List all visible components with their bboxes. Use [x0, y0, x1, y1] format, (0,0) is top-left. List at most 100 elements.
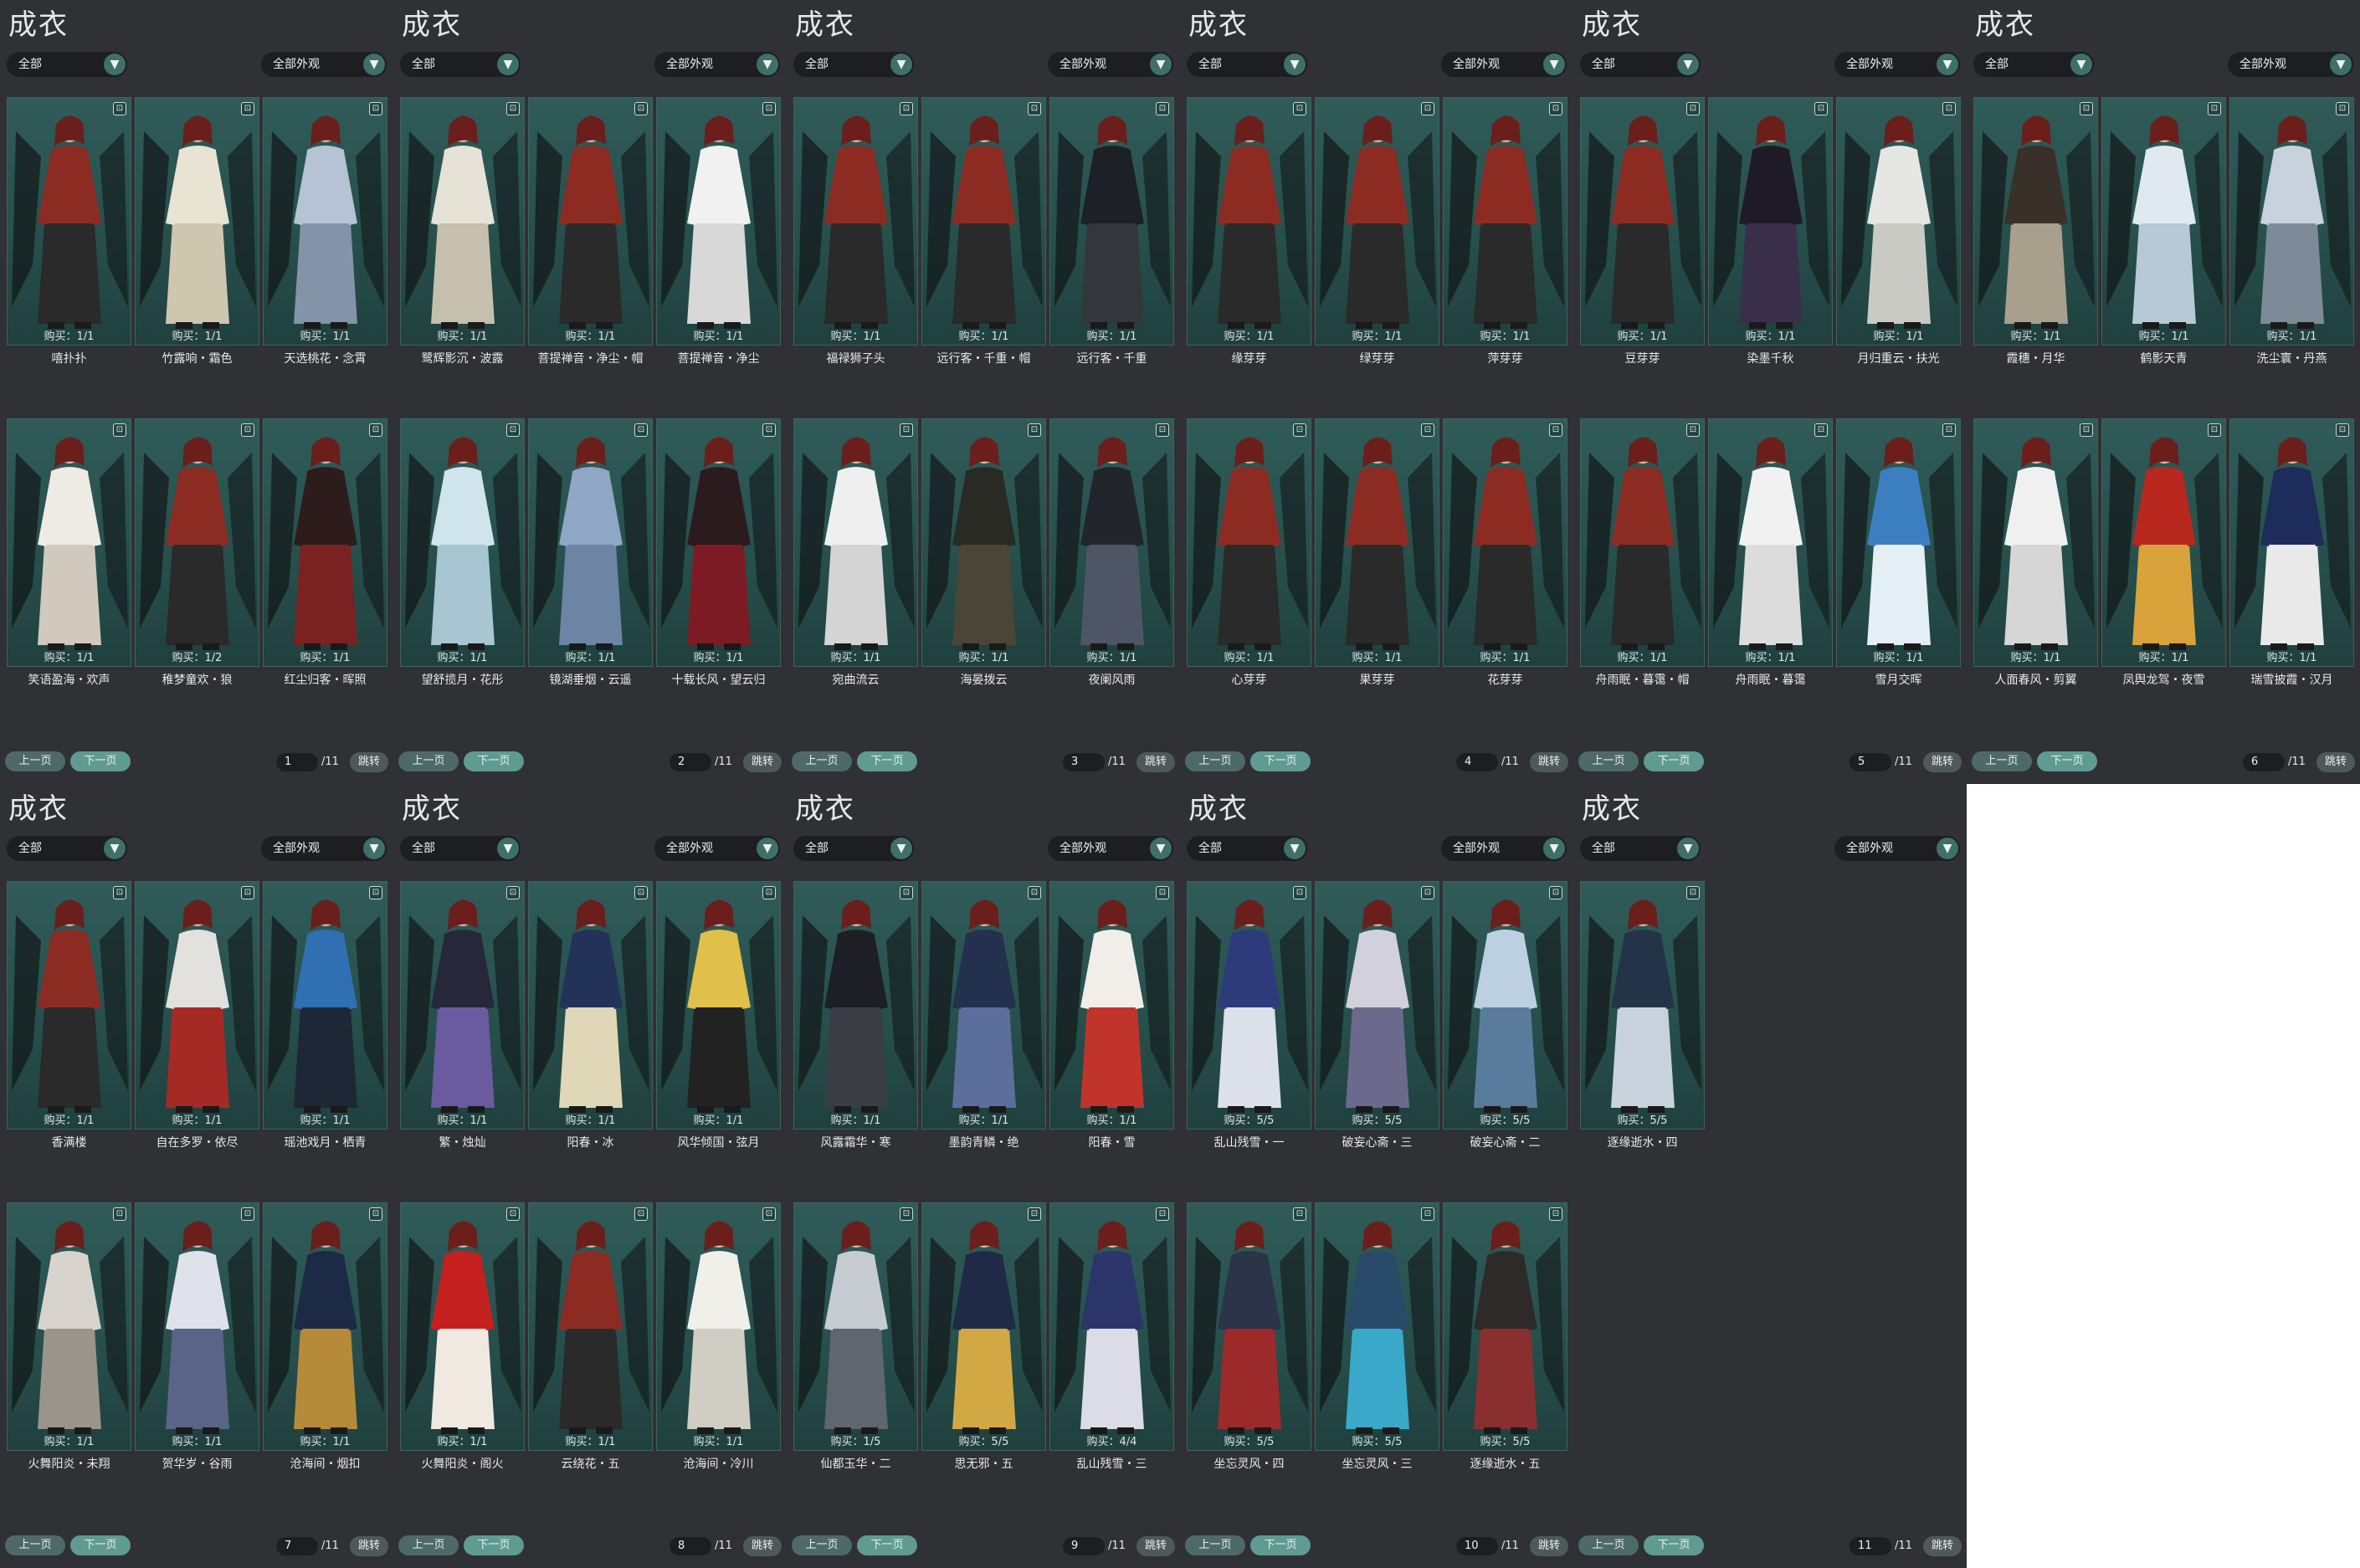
frame-icon[interactable]: ⊡ — [900, 886, 913, 899]
frame-icon[interactable]: ⊡ — [1549, 886, 1562, 899]
prev-page-button[interactable]: 上一页 — [1185, 1535, 1245, 1555]
chevron-down-icon[interactable]: ▼ — [890, 838, 912, 859]
frame-icon[interactable]: ⊡ — [1028, 1207, 1041, 1221]
outfit-card[interactable]: ⊡ 购买：1/1 — [793, 418, 918, 667]
frame-icon[interactable]: ⊡ — [506, 423, 520, 437]
appearance-select[interactable]: 全部外观 ▼ — [261, 836, 387, 861]
frame-icon[interactable]: ⊡ — [1549, 102, 1562, 115]
chevron-down-icon[interactable]: ▼ — [1543, 54, 1565, 75]
prev-page-button[interactable]: 上一页 — [1185, 751, 1245, 771]
frame-icon[interactable]: ⊡ — [1028, 423, 1041, 437]
prev-page-button[interactable]: 上一页 — [5, 1535, 65, 1555]
outfit-card[interactable]: ⊡ 购买：1/1 — [2229, 418, 2354, 667]
category-select[interactable]: 全部 ▼ — [1580, 836, 1701, 861]
page-number-input[interactable]: 8 — [670, 1537, 711, 1555]
outfit-card[interactable]: ⊡ 购买：4/4 — [1049, 1202, 1174, 1451]
chevron-down-icon[interactable]: ▼ — [363, 838, 385, 859]
frame-icon[interactable]: ⊡ — [1156, 423, 1169, 437]
frame-icon[interactable]: ⊡ — [2208, 102, 2221, 115]
outfit-card[interactable]: ⊡ 购买：1/1 — [7, 1202, 131, 1451]
appearance-select[interactable]: 全部外观 ▼ — [1048, 836, 1173, 861]
outfit-card[interactable]: ⊡ 购买：5/5 — [1187, 881, 1311, 1130]
next-page-button[interactable]: 下一页 — [1250, 751, 1311, 771]
frame-icon[interactable]: ⊡ — [1293, 886, 1306, 899]
outfit-card[interactable]: ⊡ 购买：1/1 — [793, 881, 918, 1130]
frame-icon[interactable]: ⊡ — [1814, 102, 1828, 115]
frame-icon[interactable]: ⊡ — [113, 102, 126, 115]
category-select[interactable]: 全部 ▼ — [793, 52, 914, 77]
category-select[interactable]: 全部 ▼ — [1187, 836, 1307, 861]
frame-icon[interactable]: ⊡ — [1293, 423, 1306, 437]
appearance-select[interactable]: 全部外观 ▼ — [2228, 52, 2353, 77]
frame-icon[interactable]: ⊡ — [1028, 102, 1041, 115]
outfit-card[interactable]: ⊡ 购买：1/5 — [793, 1202, 918, 1451]
next-page-button[interactable]: 下一页 — [1250, 1535, 1311, 1555]
outfit-card[interactable]: ⊡ 购买：1/1 — [7, 97, 131, 346]
frame-icon[interactable]: ⊡ — [506, 102, 520, 115]
outfit-card[interactable]: ⊡ 购买：1/1 — [1580, 97, 1705, 346]
jump-button[interactable]: 跳转 — [350, 1536, 388, 1556]
outfit-card[interactable]: ⊡ 购买：1/1 — [1443, 97, 1567, 346]
frame-icon[interactable]: ⊡ — [762, 1207, 776, 1221]
outfit-card[interactable]: ⊡ 购买：1/1 — [656, 418, 781, 667]
outfit-card[interactable]: ⊡ 购买：1/1 — [1187, 97, 1311, 346]
frame-icon[interactable]: ⊡ — [1156, 886, 1169, 899]
outfit-card[interactable]: ⊡ 购买：5/5 — [1580, 881, 1705, 1130]
outfit-card[interactable]: ⊡ 购买：1/1 — [1049, 97, 1174, 346]
jump-button[interactable]: 跳转 — [743, 1536, 782, 1556]
frame-icon[interactable]: ⊡ — [369, 102, 382, 115]
jump-button[interactable]: 跳转 — [743, 752, 782, 772]
prev-page-button[interactable]: 上一页 — [5, 751, 65, 771]
outfit-card[interactable]: ⊡ 购买：1/1 — [400, 1202, 525, 1451]
frame-icon[interactable]: ⊡ — [1686, 886, 1700, 899]
frame-icon[interactable]: ⊡ — [1156, 102, 1169, 115]
jump-button[interactable]: 跳转 — [1923, 1536, 1962, 1556]
page-number-input[interactable]: 1 — [276, 753, 318, 771]
outfit-card[interactable]: ⊡ 购买：1/1 — [400, 881, 525, 1130]
frame-icon[interactable]: ⊡ — [634, 102, 648, 115]
appearance-select[interactable]: 全部外观 ▼ — [1834, 52, 1960, 77]
chevron-down-icon[interactable]: ▼ — [1937, 838, 1958, 859]
frame-icon[interactable]: ⊡ — [113, 423, 126, 437]
chevron-down-icon[interactable]: ▼ — [1677, 838, 1699, 859]
page-number-input[interactable]: 5 — [1850, 753, 1891, 771]
frame-icon[interactable]: ⊡ — [369, 423, 382, 437]
outfit-card[interactable]: ⊡ 购买：1/1 — [1049, 881, 1174, 1130]
appearance-select[interactable]: 全部外观 ▼ — [1834, 836, 1960, 861]
category-select[interactable]: 全部 ▼ — [400, 52, 521, 77]
category-select[interactable]: 全部 ▼ — [1973, 52, 2094, 77]
frame-icon[interactable]: ⊡ — [1293, 102, 1306, 115]
frame-icon[interactable]: ⊡ — [2080, 102, 2093, 115]
chevron-down-icon[interactable]: ▼ — [1284, 838, 1306, 859]
frame-icon[interactable]: ⊡ — [2208, 423, 2221, 437]
next-page-button[interactable]: 下一页 — [2037, 751, 2097, 771]
jump-button[interactable]: 跳转 — [1530, 752, 1568, 772]
frame-icon[interactable]: ⊡ — [634, 886, 648, 899]
frame-icon[interactable]: ⊡ — [241, 102, 254, 115]
appearance-select[interactable]: 全部外观 ▼ — [1441, 52, 1567, 77]
chevron-down-icon[interactable]: ▼ — [1543, 838, 1565, 859]
frame-icon[interactable]: ⊡ — [1421, 886, 1434, 899]
next-page-button[interactable]: 下一页 — [1644, 1535, 1704, 1555]
frame-icon[interactable]: ⊡ — [1421, 423, 1434, 437]
page-number-input[interactable]: 6 — [2243, 753, 2285, 771]
outfit-card[interactable]: ⊡ 购买：5/5 — [921, 1202, 1046, 1451]
frame-icon[interactable]: ⊡ — [506, 1207, 520, 1221]
page-number-input[interactable]: 11 — [1850, 1537, 1891, 1555]
page-number-input[interactable]: 4 — [1456, 753, 1498, 771]
frame-icon[interactable]: ⊡ — [2336, 423, 2349, 437]
frame-icon[interactable]: ⊡ — [1686, 423, 1700, 437]
frame-icon[interactable]: ⊡ — [2080, 423, 2093, 437]
outfit-card[interactable]: ⊡ 购买：1/1 — [135, 881, 259, 1130]
frame-icon[interactable]: ⊡ — [1549, 423, 1562, 437]
chevron-down-icon[interactable]: ▼ — [363, 54, 385, 75]
frame-icon[interactable]: ⊡ — [1156, 1207, 1169, 1221]
frame-icon[interactable]: ⊡ — [1293, 1207, 1306, 1221]
chevron-down-icon[interactable]: ▼ — [497, 838, 519, 859]
jump-button[interactable]: 跳转 — [1923, 752, 1962, 772]
outfit-card[interactable]: ⊡ 购买：1/1 — [1973, 418, 2098, 667]
outfit-card[interactable]: ⊡ 购买：1/1 — [1049, 418, 1174, 667]
outfit-card[interactable]: ⊡ 购买：1/1 — [263, 1202, 387, 1451]
category-select[interactable]: 全部 ▼ — [1580, 52, 1701, 77]
frame-icon[interactable]: ⊡ — [1942, 102, 1956, 115]
